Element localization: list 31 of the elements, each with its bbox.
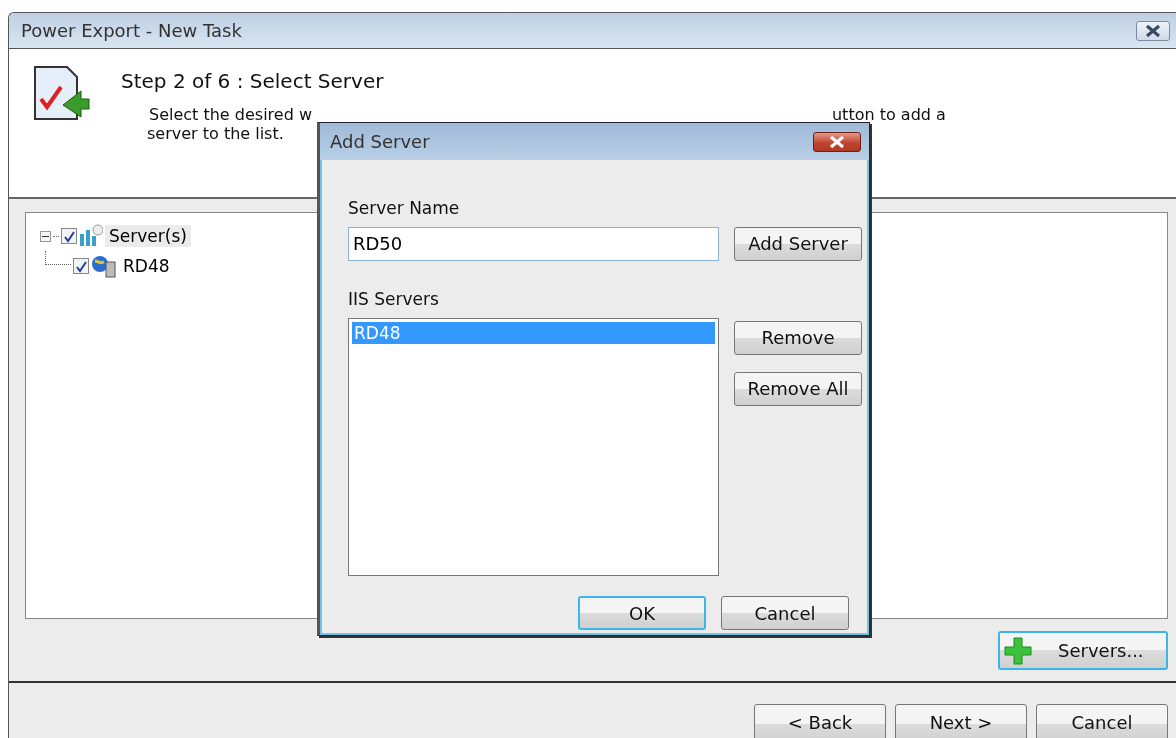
ok-button[interactable]: OK (578, 596, 706, 631)
close-button[interactable] (1136, 20, 1170, 41)
description-text: Select the desired w (149, 105, 312, 124)
checkbox[interactable] (73, 258, 89, 274)
add-server-button[interactable]: Add Server (734, 226, 862, 261)
server-chart-icon (79, 224, 103, 248)
close-icon (827, 134, 847, 149)
close-icon (1143, 23, 1163, 38)
nav-button[interactable]: Next > (895, 704, 1027, 738)
dialog-title: Add Server (330, 131, 430, 152)
servers-button[interactable]: Servers... (998, 631, 1168, 670)
checked-document-icon (33, 65, 91, 123)
globe-server-icon (91, 254, 117, 278)
tree-item[interactable]: Server(s) (105, 225, 191, 247)
checkbox[interactable] (61, 228, 77, 244)
description-text: utton to add a (831, 105, 946, 124)
cancel-button[interactable]: Cancel (721, 596, 849, 631)
nav-button[interactable]: Cancel (1036, 704, 1168, 738)
nav-button[interactable]: < Back (754, 704, 886, 738)
window-title: Power Export - New Task (21, 20, 242, 41)
step-title: Step 2 of 6 : Select Server (121, 69, 385, 93)
collapse-icon[interactable] (40, 230, 51, 242)
remove-button[interactable]: Remove (734, 320, 862, 355)
field-label: Server Name (348, 198, 461, 220)
server-name-field[interactable]: RD50 (348, 226, 719, 261)
close-button[interactable] (813, 131, 861, 152)
plus-icon (1004, 636, 1032, 665)
list-label: IIS Servers (348, 289, 440, 312)
description-text: server to the list. (147, 124, 284, 143)
tree-item[interactable]: RD48 (119, 255, 174, 277)
remove-button[interactable]: Remove All (734, 371, 862, 406)
